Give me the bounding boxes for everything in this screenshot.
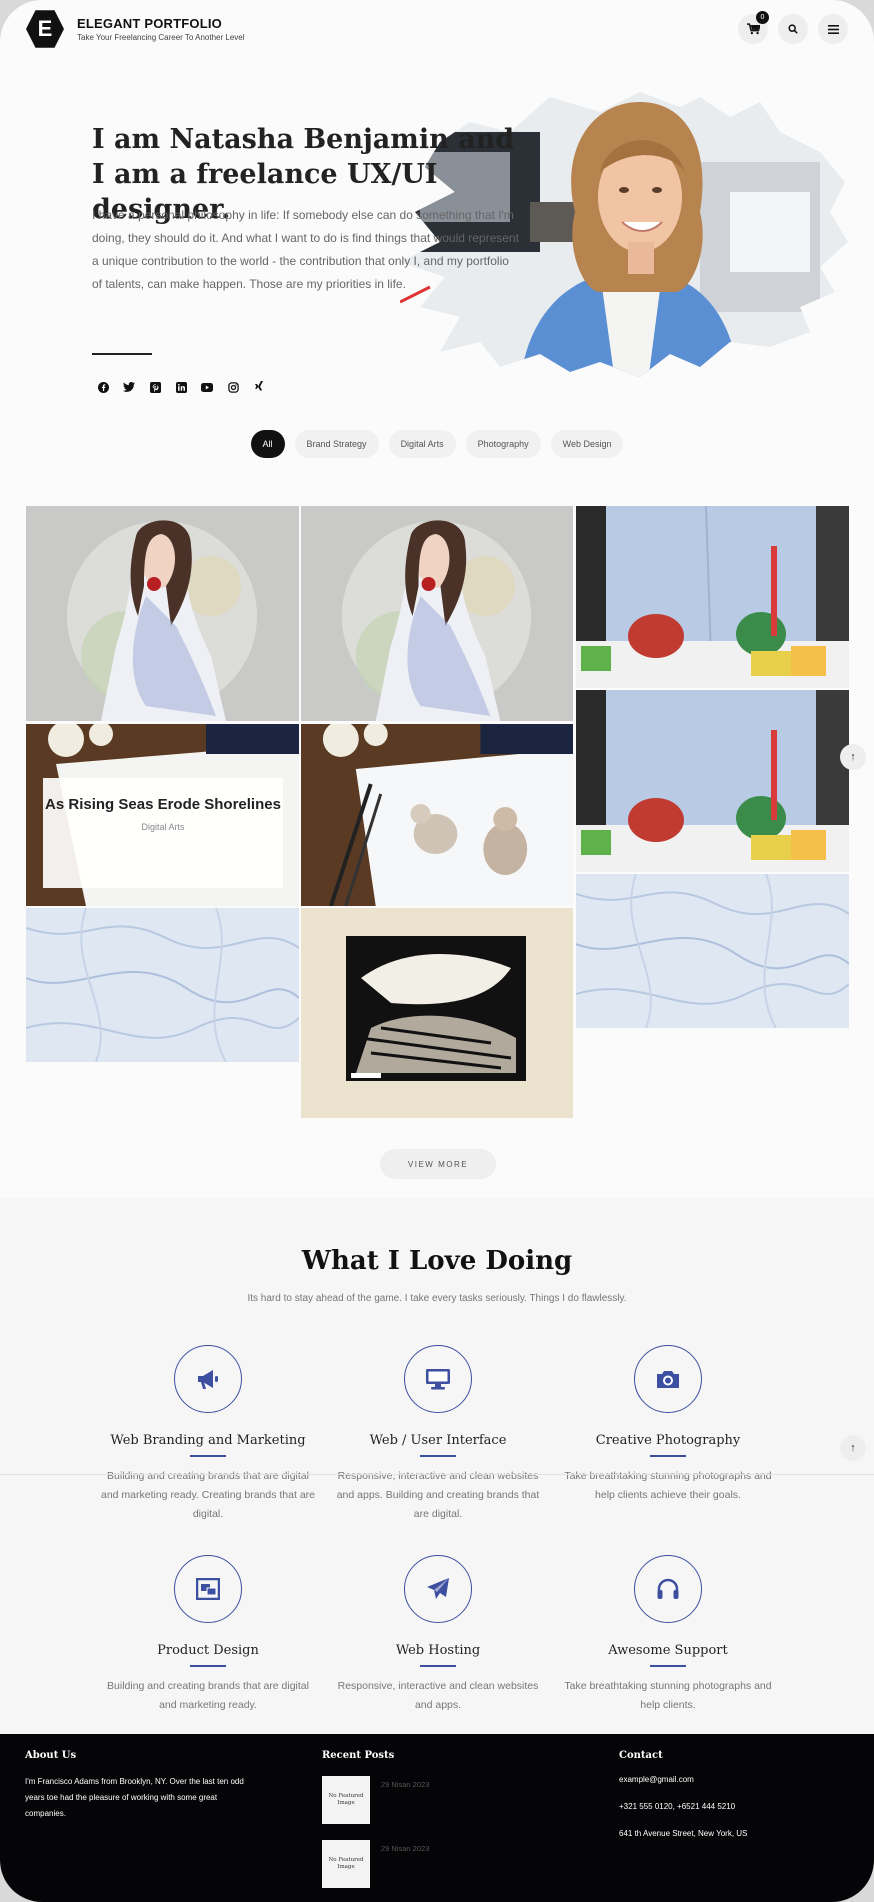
services-title: What I Love Doing xyxy=(301,1246,573,1276)
portfolio-item-category: Digital Arts xyxy=(141,822,185,832)
service-web-ui: Web / User Interface Responsive, interac… xyxy=(328,1345,548,1524)
service-name: Web Branding and Marketing xyxy=(110,1433,306,1448)
paper-plane-icon xyxy=(427,1578,449,1599)
service-product-design: Product Design Building and creating bra… xyxy=(98,1555,318,1715)
pinterest-icon[interactable] xyxy=(148,380,162,394)
linkedin-icon[interactable] xyxy=(174,380,188,394)
service-awesome-support: Awesome Support Take breathtaking stunni… xyxy=(558,1555,778,1715)
service-description: Building and creating brands that are di… xyxy=(107,1680,309,1711)
scroll-to-top-button[interactable]: ↑ xyxy=(840,744,866,770)
portfolio-filter-tabs: All Brand Strategy Digital Arts Photogra… xyxy=(0,430,874,458)
service-description: Responsive, interactive and clean websit… xyxy=(337,1680,539,1711)
site-footer: About Us I'm Francisco Adams from Brookl… xyxy=(0,1734,874,1902)
headphones-icon xyxy=(657,1578,679,1599)
monitor-icon xyxy=(426,1369,450,1390)
search-icon xyxy=(788,24,798,34)
facebook-icon[interactable] xyxy=(96,380,110,394)
filter-tab-web-design[interactable]: Web Design xyxy=(550,430,624,458)
site-title[interactable]: ELEGANT PORTFOLIO xyxy=(77,16,245,31)
social-links xyxy=(96,380,266,394)
service-creative-photography: Creative Photography Take breathtaking s… xyxy=(558,1345,778,1505)
filter-tab-brand-strategy[interactable]: Brand Strategy xyxy=(294,430,379,458)
service-description: Take breathtaking stunning photographs a… xyxy=(564,1680,772,1711)
portfolio-item-watercolor-portrait[interactable] xyxy=(26,506,299,721)
megaphone-icon xyxy=(198,1370,218,1389)
page: E ELEGANT PORTFOLIO Take Your Freelancin… xyxy=(0,0,874,1902)
service-description: Take breathtaking stunning photographs a… xyxy=(564,1470,772,1501)
portfolio-item-title[interactable]: As Rising Seas Erode Shorelines xyxy=(43,794,283,816)
post-date[interactable]: 29 Nisan 2023 xyxy=(381,1844,429,1853)
product-icon xyxy=(196,1578,220,1600)
service-underline xyxy=(650,1665,686,1667)
camera-icon xyxy=(657,1371,679,1388)
filter-tab-digital-arts[interactable]: Digital Arts xyxy=(388,430,456,458)
arrow-up-icon: ↑ xyxy=(850,1442,856,1454)
cart-icon xyxy=(746,23,760,35)
service-underline xyxy=(650,1455,686,1457)
hero-divider xyxy=(92,353,152,355)
service-description: Responsive, interactive and clean websit… xyxy=(336,1470,540,1520)
service-icon-circle xyxy=(634,1555,702,1623)
hero-description: I have a personal philosophy in life: If… xyxy=(92,208,519,291)
section-divider xyxy=(0,1474,874,1475)
arrow-up-icon: ↑ xyxy=(850,751,856,763)
cart-count-badge: 0 xyxy=(756,11,769,24)
search-button[interactable] xyxy=(778,14,808,44)
header-actions: 0 xyxy=(738,11,848,44)
footer-contact-title: Contact xyxy=(619,1750,663,1761)
twitter-icon[interactable] xyxy=(122,380,136,394)
portfolio-item-blue-texture[interactable] xyxy=(26,908,299,1062)
post-thumbnail[interactable]: No Featured Image xyxy=(322,1776,370,1824)
view-more-button[interactable]: VIEW MORE xyxy=(380,1149,496,1179)
footer-about-title: About Us xyxy=(25,1750,77,1761)
portfolio-item-painted-hands-2[interactable] xyxy=(576,690,849,872)
logo-letter: E xyxy=(37,16,53,41)
service-icon-circle xyxy=(174,1345,242,1413)
service-underline xyxy=(190,1665,226,1667)
service-name: Awesome Support xyxy=(608,1643,728,1658)
service-icon-circle xyxy=(174,1555,242,1623)
instagram-icon[interactable] xyxy=(226,380,240,394)
site-logo[interactable]: E xyxy=(26,10,64,48)
portfolio-item-woodcut-print[interactable] xyxy=(301,908,573,1118)
portfolio-item-cat-drawings[interactable] xyxy=(301,724,573,906)
service-underline xyxy=(190,1455,226,1457)
filter-tab-all[interactable]: All xyxy=(250,430,285,458)
site-tagline: Take Your Freelancing Career To Another … xyxy=(77,33,245,42)
footer-about-text: I'm Francisco Adams from Brooklyn, NY. O… xyxy=(25,1777,244,1818)
filter-tab-photography[interactable]: Photography xyxy=(465,430,541,458)
cart-button[interactable]: 0 xyxy=(738,11,769,44)
menu-icon xyxy=(827,24,839,34)
brand: ELEGANT PORTFOLIO Take Your Freelancing … xyxy=(77,16,245,42)
service-web-branding: Web Branding and Marketing Building and … xyxy=(98,1345,318,1524)
site-header: E ELEGANT PORTFOLIO Take Your Freelancin… xyxy=(0,0,874,58)
service-description: Building and creating brands that are di… xyxy=(100,1470,315,1520)
contact-address: 641 th Avenue Street, New York, US xyxy=(619,1829,748,1838)
service-underline xyxy=(420,1665,456,1667)
service-icon-circle xyxy=(404,1555,472,1623)
service-icon-circle xyxy=(404,1345,472,1413)
service-name: Creative Photography xyxy=(595,1433,741,1448)
menu-button[interactable] xyxy=(818,14,848,44)
portfolio-item-painted-hands[interactable] xyxy=(576,506,849,688)
contact-phone[interactable]: +321 555 0120, +6521 444 5210 xyxy=(619,1799,735,1815)
service-name: Web / User Interface xyxy=(369,1433,507,1448)
service-web-hosting: Web Hosting Responsive, interactive and … xyxy=(328,1555,548,1715)
footer-posts-title: Recent Posts xyxy=(322,1750,395,1761)
post-thumbnail[interactable]: No Featured Image xyxy=(322,1840,370,1888)
service-underline xyxy=(420,1455,456,1457)
service-icon-circle xyxy=(634,1345,702,1413)
xing-icon[interactable] xyxy=(252,380,266,394)
youtube-icon[interactable] xyxy=(200,380,214,394)
services-subtitle: Its hard to stay ahead of the game. I ta… xyxy=(247,1293,627,1304)
service-name: Web Hosting xyxy=(395,1643,481,1658)
portfolio-item-blue-texture-2[interactable] xyxy=(576,874,849,1028)
portfolio-item-overlay[interactable]: As Rising Seas Erode Shorelines Digital … xyxy=(43,778,283,888)
contact-email[interactable]: example@gmail.com xyxy=(619,1772,694,1788)
scroll-to-top-button-2[interactable]: ↑ xyxy=(840,1435,866,1461)
portfolio-item-watercolor-portrait-2[interactable] xyxy=(301,506,573,721)
post-date[interactable]: 29 Nisan 2023 xyxy=(381,1780,429,1789)
service-name: Product Design xyxy=(157,1643,259,1658)
